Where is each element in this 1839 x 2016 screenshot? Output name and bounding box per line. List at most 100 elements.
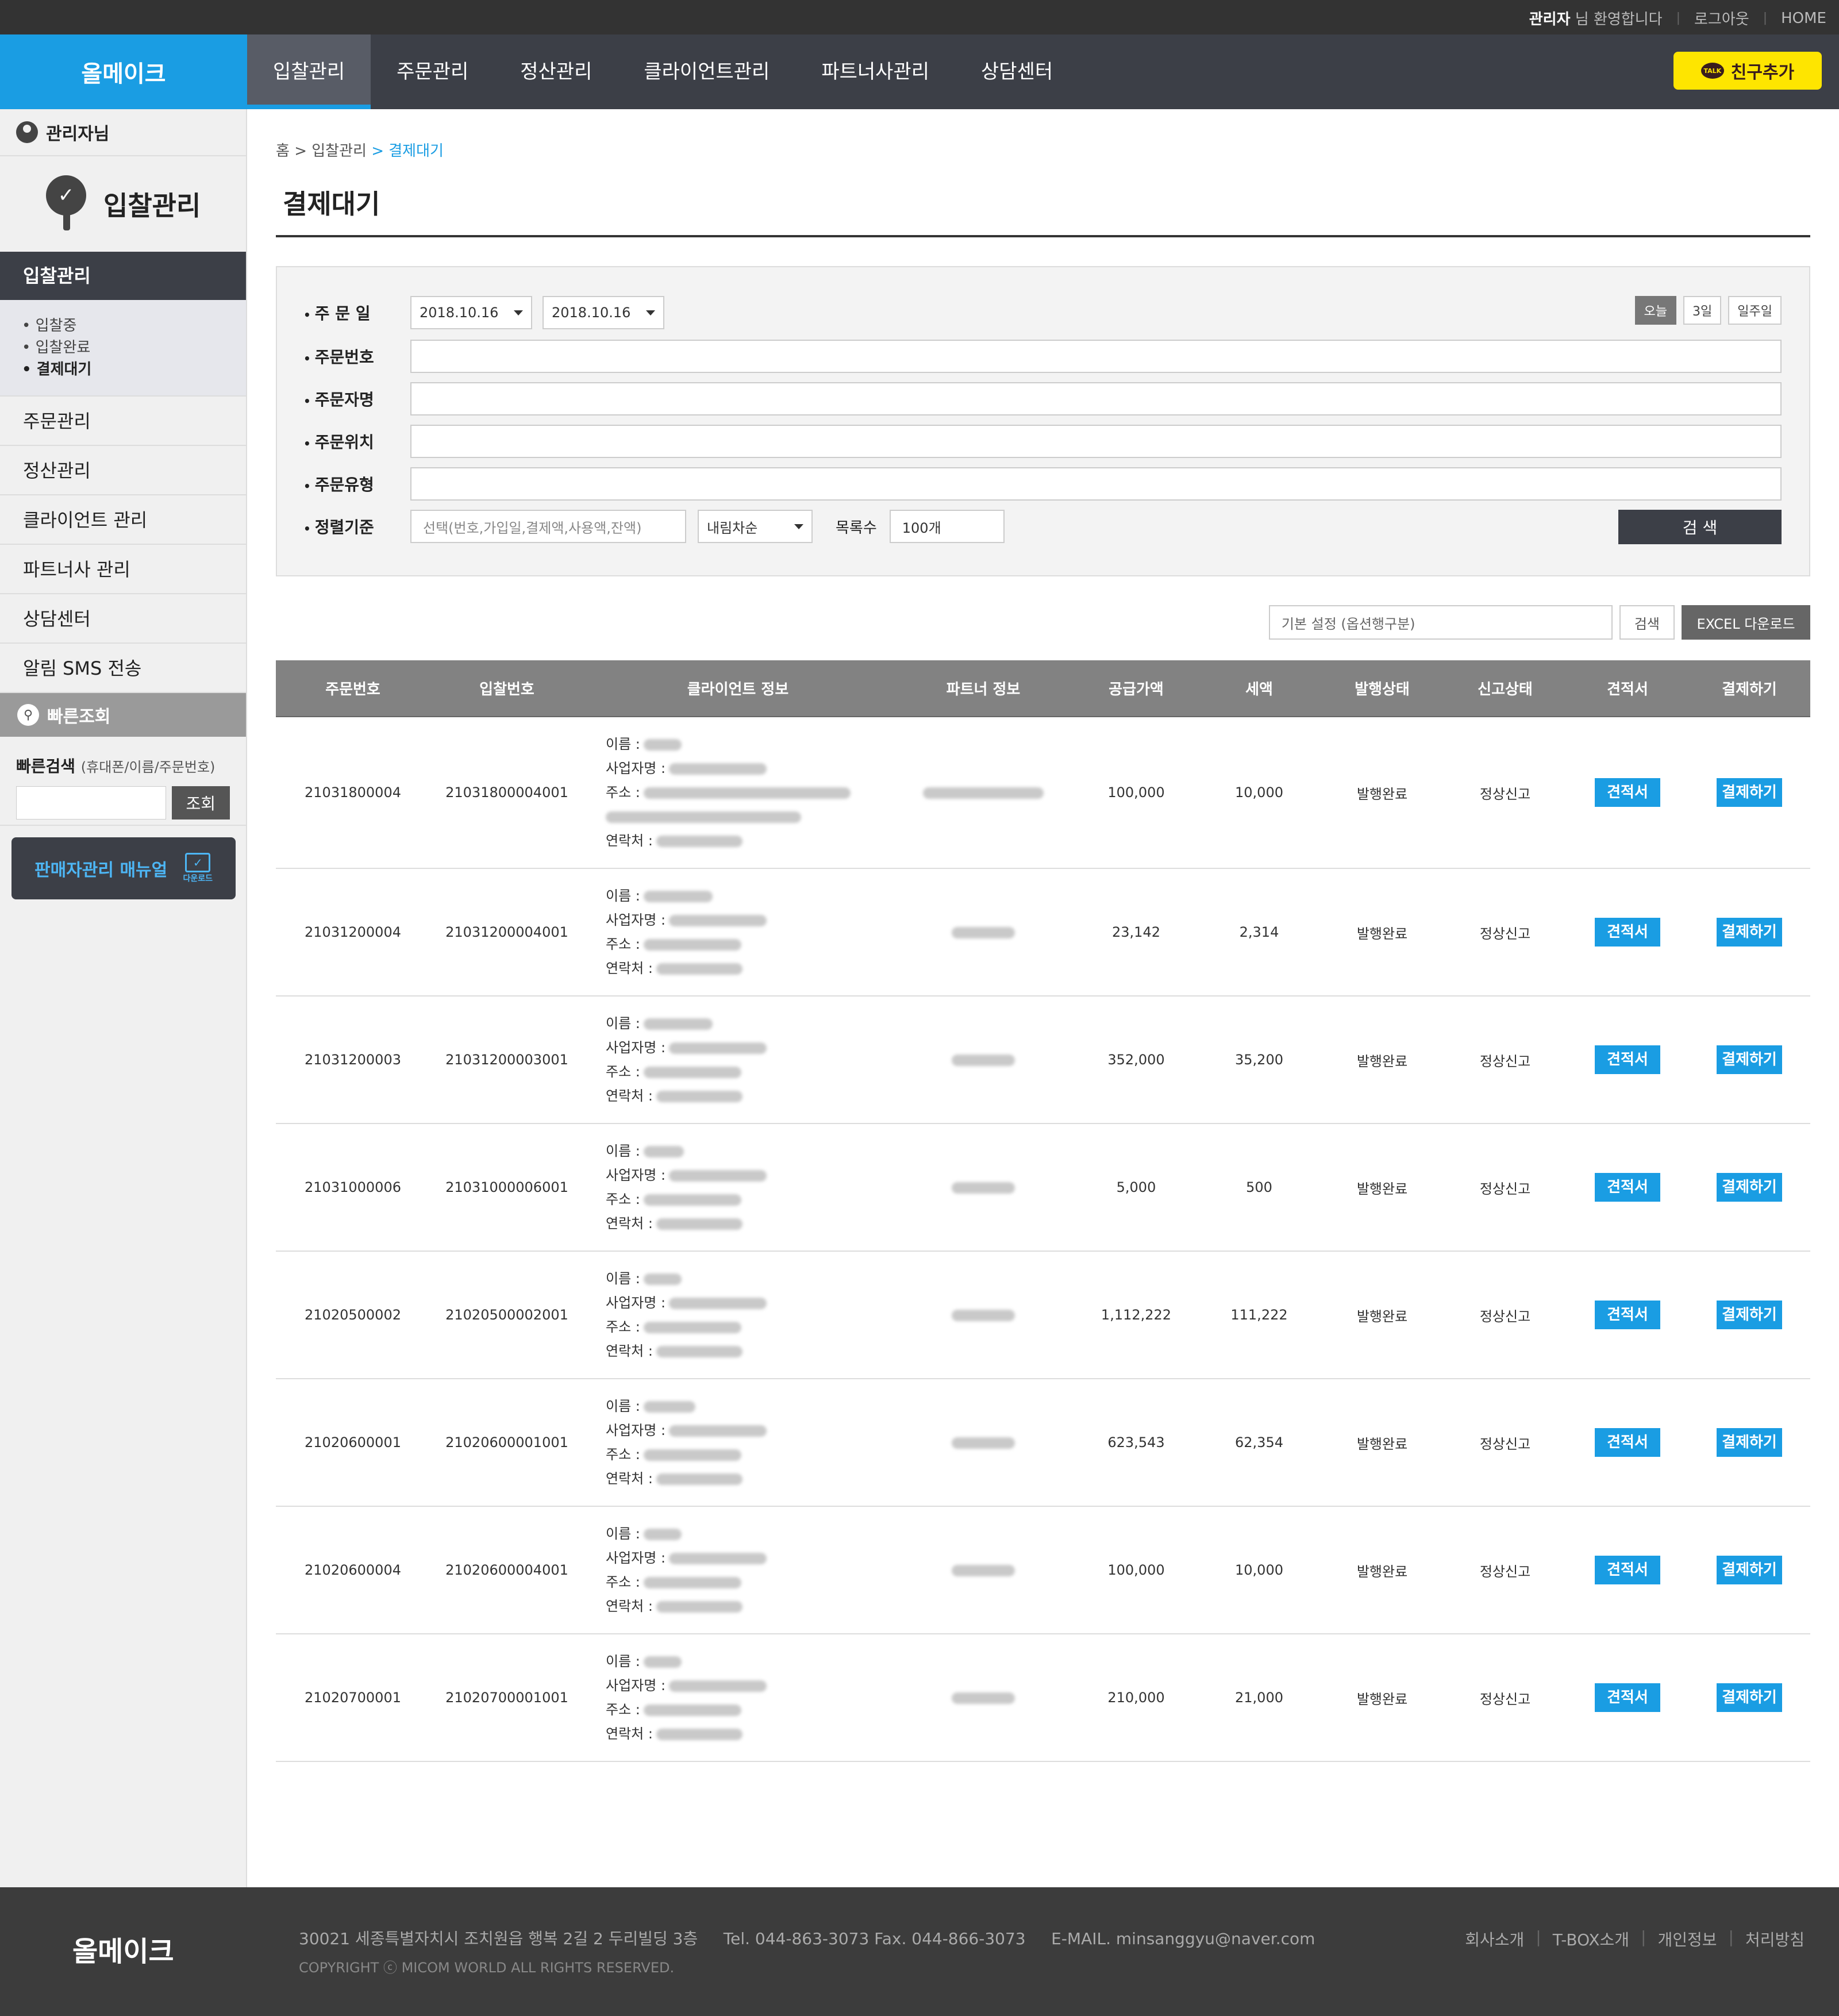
redacted-value [669, 1425, 767, 1437]
quote-button[interactable]: 견적서 [1595, 1045, 1660, 1074]
redacted-value [923, 787, 1044, 799]
sidebar-item-0[interactable]: 주문관리 [0, 397, 246, 446]
list-count-input[interactable]: 100개 [889, 510, 1005, 543]
sidebar-item-2[interactable]: 클라이언트 관리 [0, 495, 246, 545]
quote-button[interactable]: 견적서 [1595, 1556, 1660, 1584]
quote-cell: 견적서 [1567, 1506, 1688, 1634]
redacted-value [643, 1656, 682, 1668]
pay-button[interactable]: 결제하기 [1717, 918, 1782, 947]
sidebar-subitem-2[interactable]: • 결제대기 [22, 359, 246, 380]
client-info-label: 연락처 : [606, 960, 653, 976]
logout-link[interactable]: 로그아웃 [1694, 7, 1749, 29]
client-info-label: 이름 : [606, 1398, 640, 1414]
bid-number-cell: 21020600004001 [430, 1506, 584, 1634]
sidebar-item-3[interactable]: 파트너사 관리 [0, 545, 246, 594]
client-info-cell: 이름 : 사업자명 : 주소 : 연락처 : [584, 1506, 892, 1634]
quote-button[interactable]: 견적서 [1595, 1428, 1660, 1457]
footer-link-1[interactable]: T-BOX소개 [1553, 1927, 1629, 1950]
pay-button[interactable]: 결제하기 [1717, 1173, 1782, 1202]
home-link[interactable]: HOME [1781, 10, 1826, 27]
client-info-label: 주소 : [606, 784, 640, 801]
partner-info-cell [892, 717, 1075, 869]
pay-button[interactable]: 결제하기 [1717, 1556, 1782, 1584]
client-info-cell: 이름 : 사업자명 : 주소 : 연락처 : [584, 1124, 892, 1252]
check-pin-icon: ✓ [46, 175, 86, 233]
preset-search-button[interactable]: 검색 [1619, 605, 1675, 640]
gnb-item-4[interactable]: 파트너사관리 [795, 34, 955, 109]
excel-download-button[interactable]: EXCEL 다운로드 [1682, 605, 1810, 640]
redacted-value [656, 1473, 742, 1485]
footer-link-3[interactable]: 처리방침 [1745, 1927, 1805, 1950]
sidebar-subitem-0[interactable]: • 입찰중 [22, 315, 246, 337]
pay-button[interactable]: 결제하기 [1717, 1301, 1782, 1329]
sort-order-select[interactable]: 내림차순 [698, 510, 813, 543]
sidebar-submenu: • 입찰중 • 입찰완료 • 결제대기 [0, 300, 246, 397]
pay-button[interactable]: 결제하기 [1717, 1683, 1782, 1712]
pay-button[interactable]: 결제하기 [1717, 1428, 1782, 1457]
table-row: 21020600001 21020600001001 이름 : 사업자명 : 주소 : 연… [276, 1379, 1810, 1507]
tax-amount-cell: 35,200 [1198, 996, 1321, 1124]
pay-cell: 결제하기 [1688, 717, 1810, 869]
quick-search-button[interactable]: 조회 [171, 786, 230, 820]
pay-cell: 결제하기 [1688, 1251, 1810, 1379]
redacted-value [643, 1274, 682, 1285]
sidebar-subitem-1[interactable]: • 입찰완료 [22, 337, 246, 359]
redacted-value [643, 739, 682, 751]
gnb-item-3[interactable]: 클라이언트관리 [618, 34, 795, 109]
quote-button[interactable]: 견적서 [1595, 1683, 1660, 1712]
kakao-add-friend-button[interactable]: TALK 친구추가 [1673, 52, 1822, 90]
search-button[interactable]: 검 색 [1618, 510, 1782, 544]
logo[interactable]: 올메이크 [0, 34, 247, 109]
client-info-label: 연락처 : [606, 833, 653, 849]
pay-cell: 결제하기 [1688, 1379, 1810, 1507]
redacted-value [643, 1067, 741, 1078]
client-info-label: 사업자명 : [606, 1678, 666, 1694]
period-button-0[interactable]: 오늘 [1634, 296, 1677, 325]
sort-criteria-input[interactable]: 선택(번호,가입일,결제액,사용액,잔액) [410, 510, 686, 543]
quote-button[interactable]: 견적서 [1595, 778, 1660, 807]
order-type-input[interactable] [410, 467, 1782, 501]
quote-button[interactable]: 견적서 [1595, 1173, 1660, 1202]
search-filter-panel: 주 문 일 2018.10.16 2018.10.16 오늘3일일주일 주문번호… [276, 266, 1810, 576]
order-number-cell: 21020600001 [276, 1379, 430, 1507]
breadcrumb-home[interactable]: 홈 [276, 143, 290, 160]
user-icon [16, 121, 38, 143]
pay-button[interactable]: 결제하기 [1717, 1045, 1782, 1074]
quote-button[interactable]: 견적서 [1595, 918, 1660, 947]
preset-input[interactable]: 기본 설정 (옵션행구분) [1268, 605, 1613, 640]
footer-link-0[interactable]: 회사소개 [1465, 1927, 1524, 1950]
supply-amount-cell: 210,000 [1075, 1634, 1198, 1762]
quick-search-input[interactable] [16, 786, 166, 820]
redacted-value [643, 1018, 713, 1030]
sidebar-item-bid-management[interactable]: 입찰관리 [0, 252, 246, 300]
period-button-1[interactable]: 3일 [1683, 296, 1722, 325]
gnb-item-1[interactable]: 주문관리 [371, 34, 494, 109]
sidebar-item-1[interactable]: 정산관리 [0, 446, 246, 495]
order-number-cell: 21031200004 [276, 868, 430, 997]
quote-button[interactable]: 견적서 [1595, 1301, 1660, 1329]
pay-cell: 결제하기 [1688, 1506, 1810, 1634]
footer-link-2[interactable]: 개인정보 [1657, 1927, 1717, 1950]
client-info-label: 주소 : [606, 936, 640, 952]
pay-button[interactable]: 결제하기 [1717, 778, 1782, 807]
orderer-name-input[interactable] [410, 382, 1782, 415]
sidebar-item-5[interactable]: 알림 SMS 전송 [0, 644, 246, 693]
report-status-cell: 정상신고 [1444, 868, 1567, 997]
redacted-value [656, 1601, 742, 1613]
gnb-item-5[interactable]: 상담센터 [955, 34, 1079, 109]
report-status-cell: 정상신고 [1444, 1251, 1567, 1379]
date-to-select[interactable]: 2018.10.16 [543, 296, 664, 329]
period-button-2[interactable]: 일주일 [1728, 296, 1782, 325]
top-utility-bar: 관리자 님 환영합니다 | 로그아웃 | HOME [0, 0, 1839, 34]
sidebar-item-4[interactable]: 상담센터 [0, 594, 246, 644]
table-row: 21031800004 21031800004001 이름 : 사업자명 : 주소 : 연… [276, 717, 1810, 869]
breadcrumb-parent[interactable]: 입찰관리 [311, 143, 367, 160]
order-number-input[interactable] [410, 340, 1782, 373]
date-from-select[interactable]: 2018.10.16 [410, 296, 532, 329]
gnb-item-2[interactable]: 정산관리 [494, 34, 618, 109]
order-location-input[interactable] [410, 425, 1782, 458]
seller-manual-download-button[interactable]: 판매자관리 매뉴얼 ✓ 다운로드 [11, 837, 236, 899]
client-info-label: 주소 : [606, 1446, 640, 1463]
gnb-item-0[interactable]: 입찰관리 [247, 34, 371, 109]
supply-amount-cell: 100,000 [1075, 1506, 1198, 1634]
